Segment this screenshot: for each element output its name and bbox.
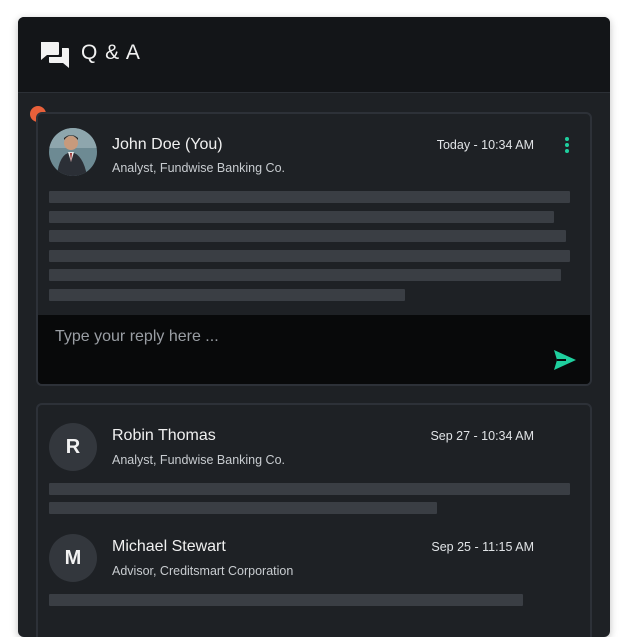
chat-bubbles-icon <box>41 42 69 68</box>
avatar: M <box>49 534 97 582</box>
text-placeholder-line <box>49 230 566 242</box>
timestamp: Sep 25 - 11:15 AM <box>431 540 534 554</box>
text-placeholder-line <box>49 211 554 223</box>
qa-panel: Q & A John Doe (You) Analyst, Fundwise B… <box>18 17 610 637</box>
avatar: R <box>49 423 97 471</box>
text-placeholder-line <box>49 269 561 281</box>
timestamp: Today - 10:34 AM <box>436 138 534 152</box>
text-placeholder-line <box>49 289 405 301</box>
timestamp: Sep 27 - 10:34 AM <box>430 429 534 443</box>
author-role: Analyst, Fundwise Banking Co. <box>112 453 286 467</box>
question-card: John Doe (You) Analyst, Fundwise Banking… <box>36 112 592 386</box>
answers-card: R Robin Thomas Analyst, Fundwise Banking… <box>36 403 592 637</box>
user-photo <box>49 128 97 176</box>
author-name: Robin Thomas <box>112 427 216 444</box>
text-placeholder-line <box>49 483 570 495</box>
author-role: Analyst, Fundwise Banking Co. <box>112 161 286 175</box>
panel-header: Q & A <box>18 17 610 93</box>
page-title: Q & A <box>81 41 141 64</box>
text-placeholder-line <box>49 594 523 606</box>
reply-input[interactable] <box>55 325 535 349</box>
text-placeholder-line <box>49 191 570 203</box>
text-placeholder-line <box>49 250 570 262</box>
kebab-menu-icon[interactable] <box>562 137 572 159</box>
author-name: John Doe (You) <box>112 136 223 153</box>
send-icon[interactable] <box>553 349 577 371</box>
text-placeholder-line <box>49 502 437 514</box>
reply-box <box>38 315 590 384</box>
avatar <box>49 128 97 176</box>
author-role: Advisor, Creditsmart Corporation <box>112 564 294 578</box>
author-name: Michael Stewart <box>112 538 226 555</box>
